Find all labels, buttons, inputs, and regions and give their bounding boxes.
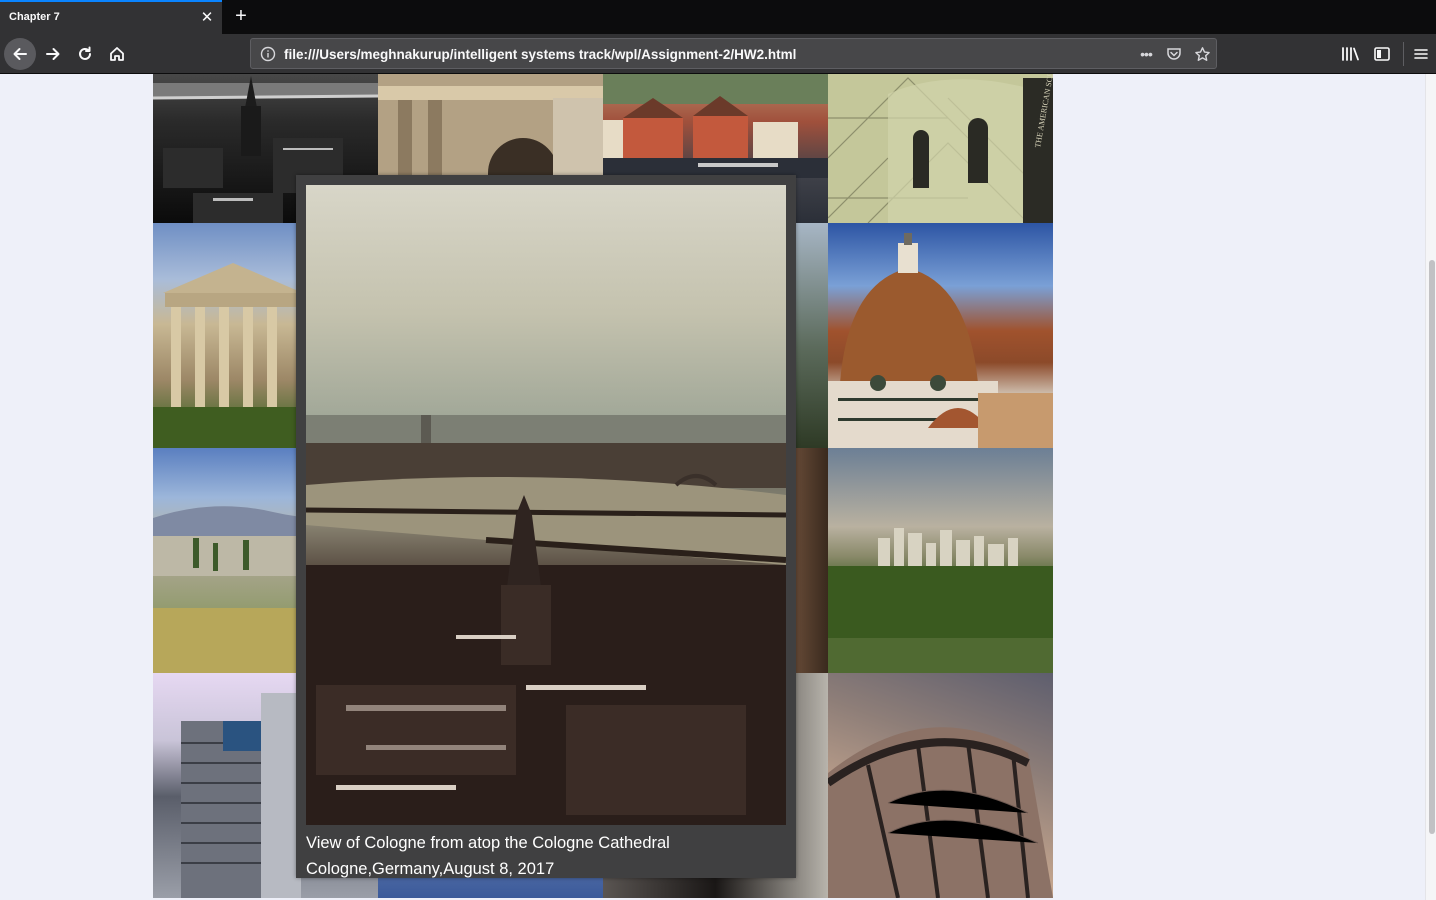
caption-place-date: Cologne,Germany,August 8, 2017 <box>306 860 555 878</box>
tab-title: Chapter 7 <box>9 11 60 23</box>
lightbox[interactable]: View of Cologne from atop the Cologne Ca… <box>296 175 796 878</box>
hamburger-menu-icon <box>1414 49 1428 59</box>
arrow-left-icon <box>13 48 27 60</box>
reload-button[interactable] <box>69 38 101 70</box>
star-glyph-icon <box>1194 46 1210 61</box>
scrollbar-thumb[interactable] <box>1429 260 1435 834</box>
pocket-glyph-icon <box>1167 48 1181 60</box>
info-icon[interactable] <box>259 45 277 63</box>
menu-button[interactable] <box>1410 43 1432 65</box>
sidebar-icon <box>1374 47 1390 61</box>
forward-button[interactable] <box>37 38 69 70</box>
caption-title: View of Cologne from atop the Cologne Ca… <box>306 834 670 852</box>
reload-icon <box>79 46 91 60</box>
gallery-thumbnail-curved-roof[interactable] <box>828 673 1053 898</box>
new-tab-icon[interactable]: + <box>230 5 252 27</box>
pocket-icon[interactable] <box>1164 44 1184 64</box>
page-actions-icon[interactable]: ••• <box>1136 44 1156 64</box>
arrow-right-icon <box>46 48 60 60</box>
tab-strip: Chapter 7 ✕ + <box>0 0 1436 34</box>
page-scrollbar[interactable] <box>1425 74 1436 900</box>
address-bar[interactable]: file:///Users/meghnakurup/intelligent sy… <box>250 38 1217 69</box>
nav-toolbar: file:///Users/meghnakurup/intelligent sy… <box>0 34 1436 74</box>
url-text[interactable]: file:///Users/meghnakurup/intelligent sy… <box>284 47 796 62</box>
library-icon <box>1342 47 1359 61</box>
curved-roof-photo-icon <box>828 727 1053 898</box>
library-button[interactable] <box>1339 43 1361 65</box>
lightbox-photo[interactable] <box>306 185 786 825</box>
sidebar-button[interactable] <box>1371 43 1393 65</box>
skyline-photo-icon <box>828 528 1053 673</box>
close-tab-icon[interactable]: ✕ <box>198 9 216 27</box>
page-viewport: THE AMERICAN SCENE View of Cologne from … <box>0 74 1425 900</box>
gallery-thumbnail-duomo[interactable] <box>828 223 1053 448</box>
back-button[interactable] <box>4 38 36 70</box>
home-button[interactable] <box>101 38 133 70</box>
cologne-view-photo-icon <box>306 415 786 825</box>
gallery-thumbnail-museum[interactable]: THE AMERICAN SCENE <box>828 74 1053 223</box>
active-tab[interactable]: Chapter 7 ✕ <box>0 0 222 34</box>
gallery-thumbnail-skyline[interactable] <box>828 448 1053 673</box>
bookmark-star-icon[interactable] <box>1192 44 1212 64</box>
toolbar-separator <box>1403 42 1404 66</box>
museum-roof-photo-icon: THE AMERICAN SCENE <box>828 74 1053 223</box>
home-icon <box>110 47 124 61</box>
duomo-photo-icon <box>828 233 1053 448</box>
lightbox-caption: View of Cologne from atop the Cologne Ca… <box>306 830 786 882</box>
